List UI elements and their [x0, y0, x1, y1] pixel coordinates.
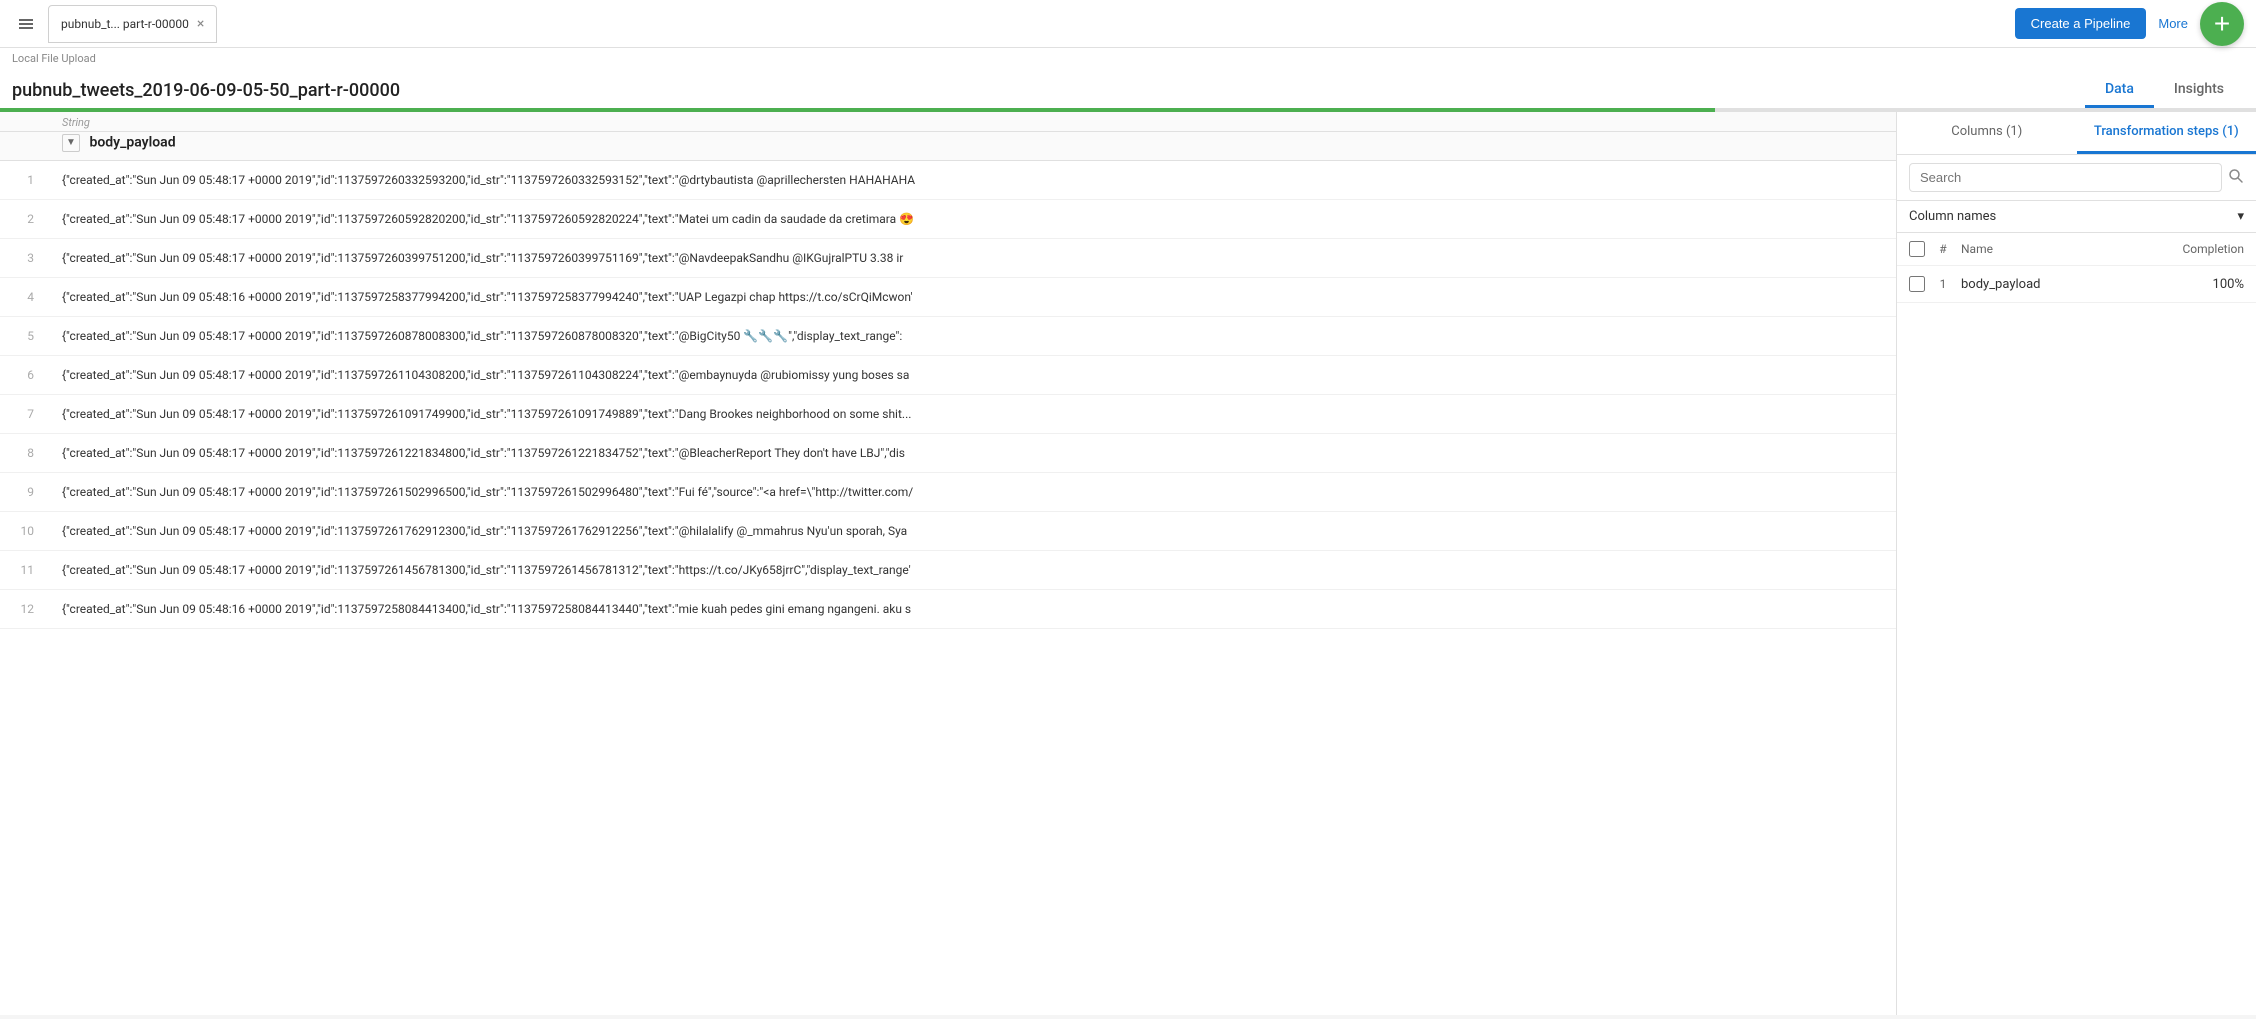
file-label: Local File Upload — [0, 48, 2256, 65]
columns-list-header: # Name Completion — [1897, 233, 2256, 266]
top-right-actions: Create a Pipeline More + — [2015, 2, 2244, 46]
sidebar-toggle[interactable] — [12, 10, 40, 38]
table-row: 2{"created_at":"Sun Jun 09 05:48:17 +000… — [0, 200, 1896, 239]
row-value: {"created_at":"Sun Jun 09 05:48:17 +0000… — [50, 239, 1896, 278]
table-row: 9{"created_at":"Sun Jun 09 05:48:17 +000… — [0, 473, 1896, 512]
row-num-col-header — [0, 132, 50, 161]
row-value: {"created_at":"Sun Jun 09 05:48:17 +0000… — [50, 356, 1896, 395]
column-names-dropdown[interactable]: Column names ▾ — [1897, 201, 2256, 233]
col-number: 1 — [1933, 277, 1953, 291]
row-number: 11 — [0, 551, 50, 590]
col-type-label: String — [50, 112, 1896, 132]
col-name-label: body_payload — [89, 135, 175, 151]
table-row: 11{"created_at":"Sun Jun 09 05:48:17 +00… — [0, 551, 1896, 590]
tab-data[interactable]: Data — [2085, 73, 2154, 108]
row-number: 8 — [0, 434, 50, 473]
col-name-value: body_payload — [1961, 277, 2156, 292]
table-row: 5{"created_at":"Sun Jun 09 05:48:17 +000… — [0, 317, 1896, 356]
search-bar — [1897, 155, 2256, 201]
row-value: {"created_at":"Sun Jun 09 05:48:17 +0000… — [50, 434, 1896, 473]
table-body: 1{"created_at":"Sun Jun 09 05:48:17 +000… — [0, 161, 1896, 629]
row-value: {"created_at":"Sun Jun 09 05:48:17 +0000… — [50, 200, 1896, 239]
create-pipeline-button[interactable]: Create a Pipeline — [2015, 8, 2147, 39]
type-header-row: String — [0, 112, 1896, 132]
right-tab-transform[interactable]: Transformation steps (1) — [2077, 112, 2256, 154]
row-value: {"created_at":"Sun Jun 09 05:48:17 +0000… — [50, 512, 1896, 551]
column-names-label: Column names — [1909, 209, 1996, 224]
table-row: 4{"created_at":"Sun Jun 09 05:48:16 +000… — [0, 278, 1896, 317]
main-layout: String ▼ body_payload 1{"created_at":"Su… — [0, 112, 2256, 1015]
tab-label: pubnub_t... part-r-00000 — [61, 17, 189, 31]
row-value: {"created_at":"Sun Jun 09 05:48:16 +0000… — [50, 278, 1896, 317]
data-area: String ▼ body_payload 1{"created_at":"Su… — [0, 112, 1896, 1015]
more-button[interactable]: More — [2158, 16, 2188, 31]
tab-insights[interactable]: Insights — [2154, 73, 2244, 108]
row-value: {"created_at":"Sun Jun 09 05:48:16 +0000… — [50, 590, 1896, 629]
row-number: 6 — [0, 356, 50, 395]
col-completion-col-header: Completion — [2164, 242, 2244, 256]
row-number: 9 — [0, 473, 50, 512]
tab-area: pubnub_t... part-r-00000 × — [48, 5, 2015, 43]
col-name-col-header: Name — [1961, 242, 2156, 256]
row-num-header — [0, 112, 50, 132]
tab-close-icon[interactable]: × — [197, 16, 204, 32]
col-hash-header: # — [1933, 242, 1953, 256]
row-number: 5 — [0, 317, 50, 356]
right-panel-tabs: Columns (1) Transformation steps (1) — [1897, 112, 2256, 155]
nav-tabs: Data Insights — [2085, 73, 2244, 108]
col-completion-value: 100% — [2164, 277, 2244, 292]
table-row: 6{"created_at":"Sun Jun 09 05:48:17 +000… — [0, 356, 1896, 395]
col-checkbox[interactable] — [1909, 276, 1925, 292]
row-number: 10 — [0, 512, 50, 551]
expand-col-icon[interactable]: ▼ — [62, 134, 80, 152]
row-value: {"created_at":"Sun Jun 09 05:48:17 +0000… — [50, 473, 1896, 512]
col-header-row: ▼ body_payload — [0, 132, 1896, 161]
row-number: 1 — [0, 161, 50, 200]
table-row: 1{"created_at":"Sun Jun 09 05:48:17 +000… — [0, 161, 1896, 200]
title-bar: pubnub_tweets_2019-06-09-05-50_part-r-00… — [0, 65, 2256, 108]
row-value: {"created_at":"Sun Jun 09 05:48:17 +0000… — [50, 317, 1896, 356]
row-value: {"created_at":"Sun Jun 09 05:48:17 +0000… — [50, 395, 1896, 434]
top-bar: pubnub_t... part-r-00000 × Create a Pipe… — [0, 0, 2256, 48]
table-row: 8{"created_at":"Sun Jun 09 05:48:17 +000… — [0, 434, 1896, 473]
row-number: 7 — [0, 395, 50, 434]
page-title: pubnub_tweets_2019-06-09-05-50_part-r-00… — [12, 80, 2085, 101]
table-row: 10{"created_at":"Sun Jun 09 05:48:17 +00… — [0, 512, 1896, 551]
search-input[interactable] — [1909, 163, 2222, 192]
data-table: String ▼ body_payload 1{"created_at":"Su… — [0, 112, 1896, 629]
table-row: 12{"created_at":"Sun Jun 09 05:48:16 +00… — [0, 590, 1896, 629]
file-label-text: Local File Upload — [12, 52, 96, 65]
chevron-down-icon: ▾ — [2237, 209, 2244, 224]
row-value: {"created_at":"Sun Jun 09 05:48:17 +0000… — [50, 161, 1896, 200]
row-number: 2 — [0, 200, 50, 239]
table-row: 7{"created_at":"Sun Jun 09 05:48:17 +000… — [0, 395, 1896, 434]
row-number: 12 — [0, 590, 50, 629]
search-icon — [2228, 168, 2244, 188]
table-wrapper[interactable]: String ▼ body_payload 1{"created_at":"Su… — [0, 112, 1896, 1015]
column-row: 1 body_payload 100% — [1897, 266, 2256, 303]
row-value: {"created_at":"Sun Jun 09 05:48:17 +0000… — [50, 551, 1896, 590]
select-all-checkbox[interactable] — [1909, 241, 1925, 257]
right-tab-columns[interactable]: Columns (1) — [1897, 112, 2077, 154]
right-panel: Columns (1) Transformation steps (1) Col… — [1896, 112, 2256, 1015]
col-name-header: ▼ body_payload — [50, 132, 1896, 161]
columns-list: 1 body_payload 100% — [1897, 266, 2256, 303]
add-button[interactable]: + — [2200, 2, 2244, 46]
row-number: 3 — [0, 239, 50, 278]
file-tab[interactable]: pubnub_t... part-r-00000 × — [48, 5, 217, 43]
row-number: 4 — [0, 278, 50, 317]
table-row: 3{"created_at":"Sun Jun 09 05:48:17 +000… — [0, 239, 1896, 278]
